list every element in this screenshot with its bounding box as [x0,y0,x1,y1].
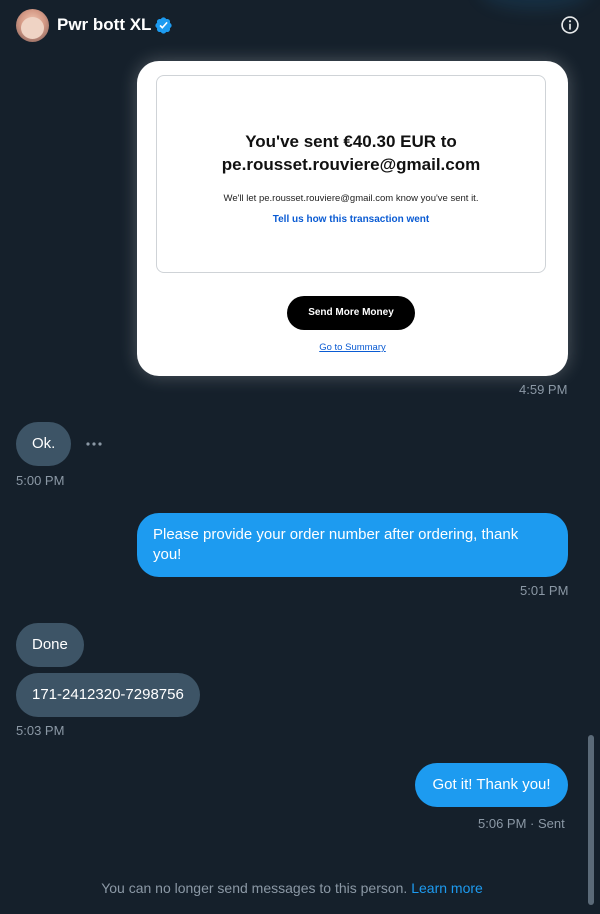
send-more-money-button[interactable]: Send More Money [287,296,415,330]
card-heading: You've sent €40.30 EUR to pe.rousset.rou… [157,130,545,176]
go-to-summary-link[interactable]: Go to Summary [137,342,568,353]
incoming-message[interactable]: 171-2412320-7298756 [16,673,200,717]
card-heading-line1: You've sent €40.30 EUR to [245,132,457,151]
outgoing-message[interactable]: Please provide your order number after o… [137,513,568,577]
notice-text: You can no longer send messages to this … [101,880,408,896]
card-inner-panel: You've sent €40.30 EUR to pe.rousset.rou… [156,75,546,273]
info-icon[interactable] [560,15,580,35]
outgoing-message-line2: you! [153,546,182,563]
scrollbar-thumb[interactable] [588,735,594,905]
header-glow [480,0,590,10]
message-timestamp-sent: 5:06 PM · Sent [478,816,565,831]
outgoing-message-line1: Please provide your order number after o… [153,526,519,543]
incoming-message[interactable]: Ok. [16,422,72,466]
card-heading-line2: pe.rousset.rouviere@gmail.com [221,155,481,174]
message-timestamp: 4:59 PM [519,382,568,397]
more-options-icon[interactable] [85,437,103,451]
cannot-message-notice: You can no longer send messages to this … [0,880,584,896]
verified-badge-icon [155,17,172,34]
avatar[interactable] [16,9,49,42]
outgoing-message[interactable]: Got it! Thank you! [415,763,568,807]
feedback-link[interactable]: Tell us how this transaction went [157,214,545,225]
learn-more-link[interactable]: Learn more [411,880,483,896]
message-timestamp: 5:01 PM [520,583,569,598]
payment-confirmation-card[interactable]: You've sent €40.30 EUR to pe.rousset.rou… [137,61,568,376]
incoming-message[interactable]: Done [16,623,84,667]
card-subtext: We'll let pe.rousset.rouviere@gmail.com … [223,193,479,204]
message-timestamp: 5:03 PM [16,723,65,738]
conversation-header: Pwr bott XL [0,0,600,52]
message-timestamp: 5:00 PM [16,473,65,488]
conversation-title[interactable]: Pwr bott XL [57,15,151,35]
